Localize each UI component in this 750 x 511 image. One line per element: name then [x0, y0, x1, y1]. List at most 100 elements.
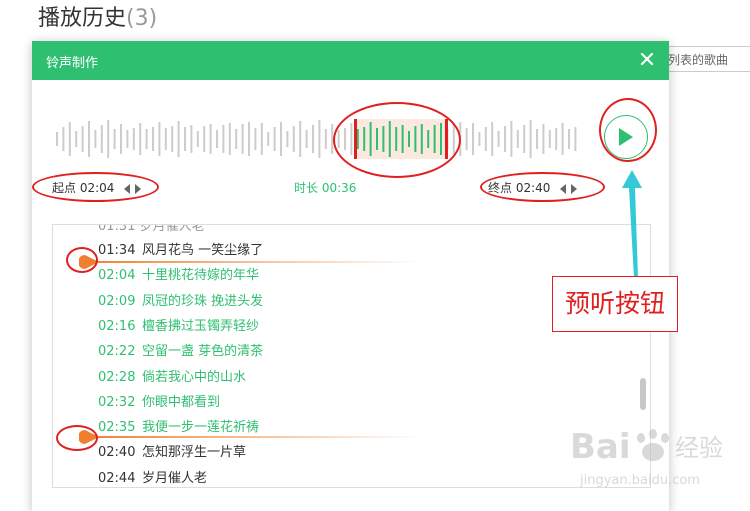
waveform-bar	[542, 124, 545, 154]
start-left-arrow-icon[interactable]	[124, 183, 131, 194]
waveform-bar	[305, 130, 308, 148]
waveform-bar	[459, 122, 462, 156]
waveform-bar	[363, 127, 366, 151]
waveform-bar	[248, 122, 250, 156]
waveform-bar	[440, 123, 442, 155]
waveform-bar	[75, 131, 78, 147]
waveform-bar	[203, 126, 206, 152]
waveform-bar	[465, 128, 468, 150]
lyric-line[interactable]: 02:35 我便一步一莲花祈祷	[98, 416, 259, 435]
lyric-line[interactable]: 02:32 你眼中都看到	[98, 391, 220, 410]
waveform-bar	[356, 129, 359, 149]
start-right-arrow-icon[interactable]	[135, 183, 142, 194]
baidu-watermark-logo: Bai 经验 jingyan.baidu.com	[570, 427, 723, 488]
lyric-text: 岁月催人老	[142, 470, 208, 486]
waveform-bar	[209, 124, 212, 154]
waveform-bar	[299, 121, 302, 157]
lyric-line[interactable]: 02:28 倘若我心中的山水	[98, 366, 246, 385]
waveform-bar	[504, 126, 506, 152]
annotation-arrow-icon	[622, 170, 642, 278]
end-point-control: 终点 02:40	[488, 179, 580, 196]
waveform-bar	[331, 124, 334, 154]
waveform-bar	[472, 123, 474, 155]
waveform-bar	[548, 130, 551, 148]
close-icon[interactable]	[637, 49, 657, 69]
waveform-bar	[126, 130, 129, 148]
lyric-line[interactable]: 02:22 空留一盏 芽色的清茶	[98, 340, 263, 359]
waveform-bar	[158, 122, 161, 156]
waveform-bar	[388, 121, 391, 157]
waveform-bar	[574, 127, 577, 151]
waveform-bar	[177, 121, 180, 157]
waveform-bar	[190, 125, 193, 153]
waveform-bar	[555, 128, 558, 150]
waveform-bar	[81, 126, 84, 152]
lyric-line[interactable]: 02:44 岁月催人老	[98, 467, 207, 486]
range-end-handle[interactable]	[445, 119, 448, 159]
lyric-time: 02:32	[98, 394, 136, 410]
waveform-bar	[132, 128, 135, 150]
waveform-bar	[312, 125, 314, 153]
waveform-bar	[324, 129, 327, 149]
lyrics-scrollbar-thumb[interactable]	[640, 378, 646, 410]
waveform-bar	[254, 128, 257, 150]
dialog-title: 铃声制作	[46, 56, 99, 71]
range-start-handle[interactable]	[354, 119, 357, 159]
waveform-bar	[68, 122, 71, 156]
waveform-bar	[145, 129, 148, 149]
waveform-bar	[196, 131, 199, 147]
waveform-bar	[420, 124, 423, 154]
lyric-text: 怎知那浮生一片草	[142, 445, 247, 461]
lyric-text: 风月花鸟 一笑尘缘了	[142, 243, 264, 258]
lyric-text: 你眼中都看到	[142, 394, 221, 410]
search-hint: 列表的歌曲	[668, 53, 729, 67]
waveform-bar	[452, 124, 455, 154]
end-marker-handle[interactable]	[79, 430, 99, 444]
end-right-arrow-icon[interactable]	[571, 183, 578, 194]
waveform-bar	[152, 127, 154, 151]
watermark-brand: Bai	[570, 427, 631, 467]
start-label: 起点	[52, 181, 77, 195]
waveform[interactable]	[54, 119, 579, 159]
waveform-bar	[529, 120, 532, 158]
waveform-bar	[478, 132, 481, 146]
annotation-label: 预听按钮	[552, 276, 678, 332]
start-marker-line	[83, 261, 423, 263]
duration-display: 时长 00:36	[294, 179, 356, 196]
waveform-bar	[433, 125, 436, 153]
waveform-bar	[171, 126, 174, 152]
waveform-bar	[228, 123, 231, 155]
lyric-line[interactable]: 02:40 怎知那浮生一片草	[98, 441, 246, 460]
search-input[interactable]: 列表的歌曲	[655, 46, 750, 72]
lyric-line[interactable]: 01:34 风月花鸟 一笑尘缘了	[98, 239, 263, 258]
lyric-line[interactable]: 02:09 凤冠的珍珠 挽进头发	[98, 290, 263, 309]
lyric-time: 02:22	[98, 344, 136, 360]
waveform-bar	[536, 129, 538, 149]
lyric-text: 我便一步一莲花祈祷	[142, 420, 260, 436]
selected-range-highlight	[356, 119, 446, 159]
lyric-line[interactable]: 02:04 十里桃花待嫁的年华	[98, 264, 259, 283]
waveform-bar	[292, 126, 295, 152]
waveform-bar	[401, 125, 404, 153]
waveform-bar	[260, 123, 263, 155]
end-label: 终点	[488, 181, 513, 195]
waveform-bar	[88, 121, 90, 157]
lyric-line[interactable]: 02:16 檀香拂过玉镯弄轻纱	[98, 315, 259, 334]
waveform-bar	[241, 124, 244, 154]
play-icon	[619, 128, 633, 146]
waveform-bar	[510, 121, 513, 157]
waveform-bar	[497, 131, 500, 147]
lyrics-list[interactable]: 01:31 岁月催人老 01:34 风月花鸟 一笑尘缘了 02:04 十里桃花待嫁的年…	[52, 224, 651, 488]
waveform-bar	[56, 132, 58, 146]
waveform-bar	[113, 129, 116, 149]
preview-play-button[interactable]	[604, 115, 648, 159]
waveform-bar	[100, 125, 103, 153]
end-left-arrow-icon[interactable]	[560, 183, 567, 194]
lyric-time: 02:28	[98, 369, 136, 385]
waveform-bar	[408, 131, 410, 147]
start-marker-handle[interactable]	[79, 255, 99, 269]
lyric-time: 02:04	[98, 268, 136, 284]
waveform-bar	[267, 132, 270, 146]
end-time: 02:40	[515, 181, 551, 195]
waveform-bar	[369, 122, 372, 156]
